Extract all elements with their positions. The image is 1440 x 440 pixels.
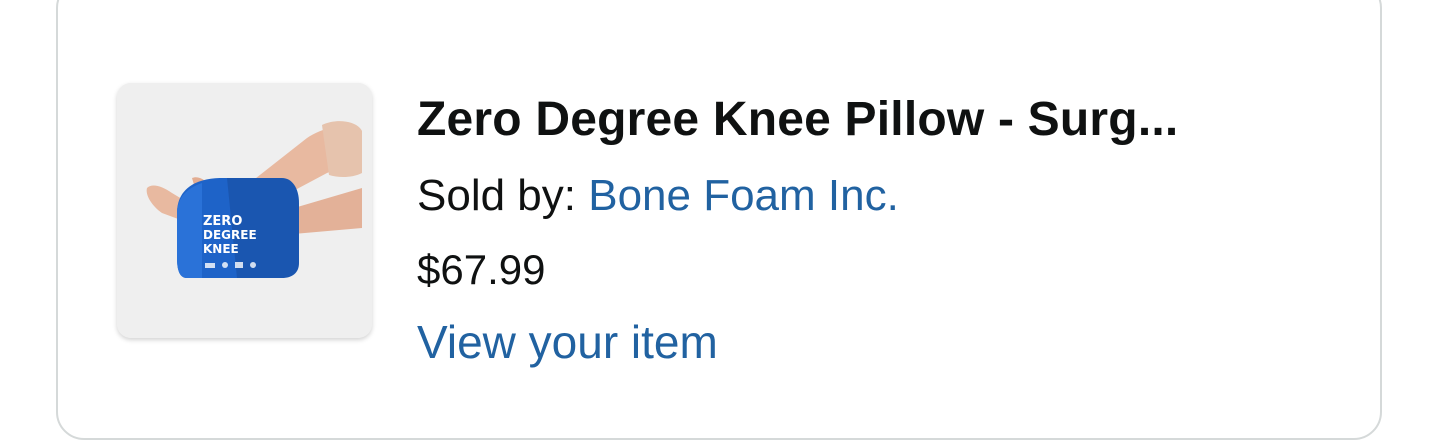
- product-title[interactable]: Zero Degree Knee Pillow - Surg...: [417, 92, 1317, 147]
- pillow-brand-text-mid: DEGREE: [203, 228, 257, 242]
- sold-by-label: Sold by:: [417, 171, 589, 220]
- pillow-brand-text-bottom: KNEE: [203, 242, 239, 256]
- knee-pillow-illustration: ZERO DEGREE KNEE: [117, 83, 372, 338]
- product-price: $67.99: [417, 246, 546, 293]
- sold-by-line: Sold by: Bone Foam Inc.: [417, 171, 899, 221]
- seller-link[interactable]: Bone Foam Inc.: [588, 171, 899, 220]
- pillow-brand-text-top: ZERO: [203, 214, 242, 229]
- view-item-link[interactable]: View your item: [417, 315, 718, 369]
- product-image[interactable]: ZERO DEGREE KNEE: [117, 83, 372, 338]
